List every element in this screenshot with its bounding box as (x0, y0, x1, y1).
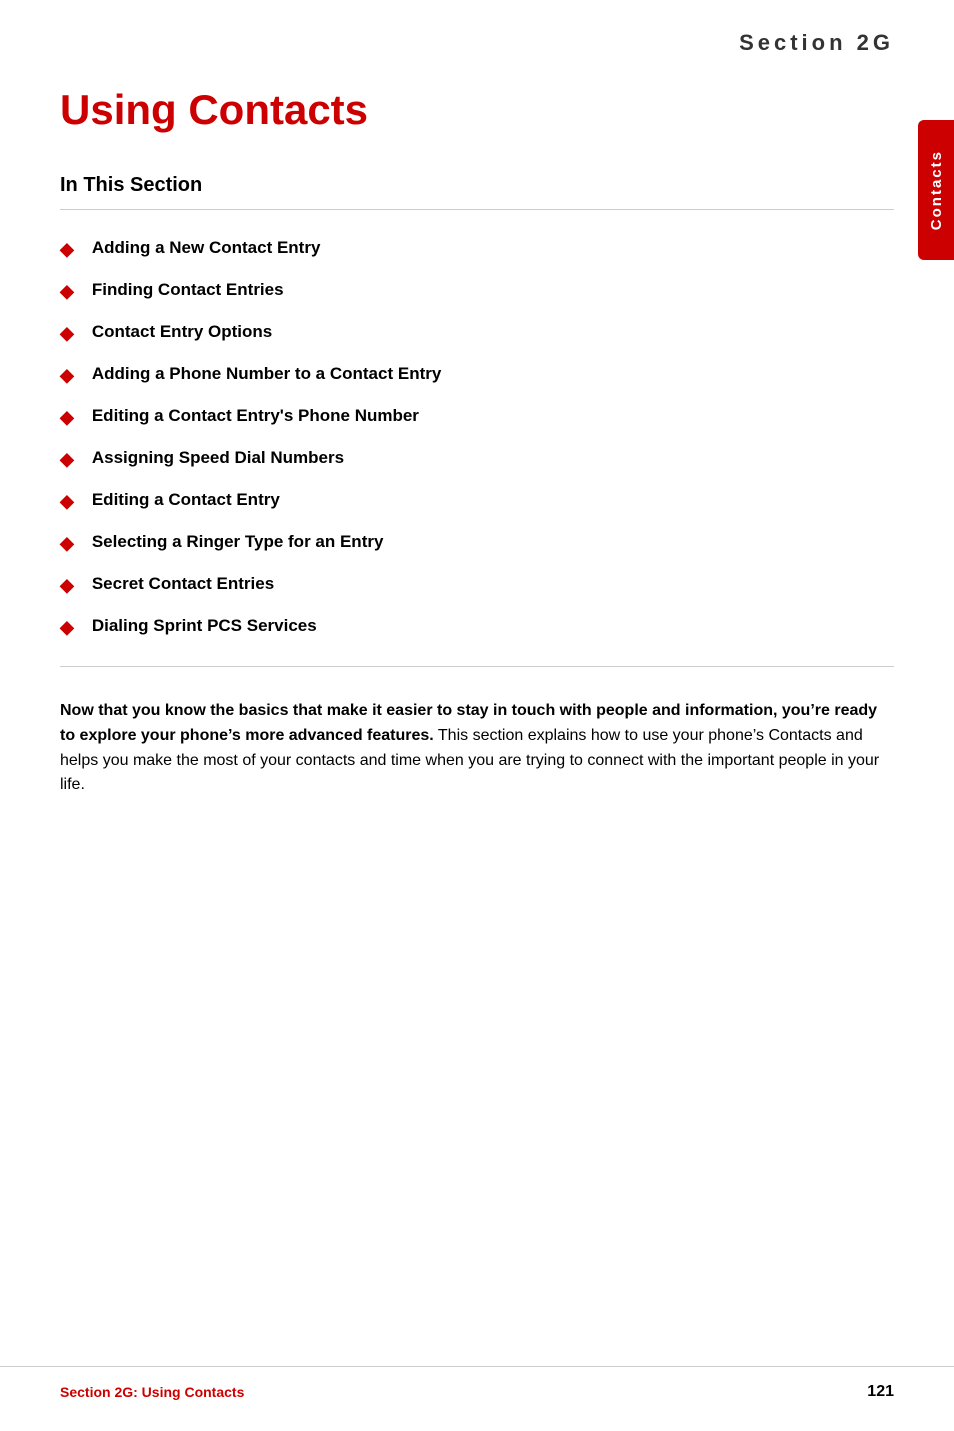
toc-list-item: ◆ Selecting a Ringer Type for an Entry (60, 532, 894, 554)
toc-list-item: ◆ Editing a Contact Entry's Phone Number (60, 406, 894, 428)
toc-item-label: Adding a New Contact Entry (92, 238, 321, 258)
bullet-icon: ◆ (60, 449, 74, 470)
bullet-icon: ◆ (60, 281, 74, 302)
toc-list-item: ◆ Contact Entry Options (60, 322, 894, 344)
bullet-icon: ◆ (60, 407, 74, 428)
toc-list-item: ◆ Secret Contact Entries (60, 574, 894, 596)
bullet-icon: ◆ (60, 533, 74, 554)
bullet-icon: ◆ (60, 239, 74, 260)
bullet-icon: ◆ (60, 365, 74, 386)
toc-list: ◆ Adding a New Contact Entry ◆ Finding Cont… (60, 238, 894, 638)
body-paragraph: Now that you know the basics that make i… (60, 699, 894, 798)
toc-item-label: Editing a Contact Entry's Phone Number (92, 406, 419, 426)
toc-item-label: Finding Contact Entries (92, 280, 284, 300)
toc-list-item: ◆ Adding a Phone Number to a Contact Entr… (60, 364, 894, 386)
toc-list-item: ◆ Editing a Contact Entry (60, 490, 894, 512)
side-tab: Contacts (918, 120, 954, 260)
toc-item-label: Dialing Sprint PCS Services (92, 616, 317, 636)
bullet-icon: ◆ (60, 617, 74, 638)
toc-item-label: Selecting a Ringer Type for an Entry (92, 532, 384, 552)
bullet-icon: ◆ (60, 575, 74, 596)
footer-page-number: 121 (867, 1383, 894, 1401)
toc-item-label: Adding a Phone Number to a Contact Entry (92, 364, 441, 384)
toc-item-label: Editing a Contact Entry (92, 490, 280, 510)
toc-list-item: ◆ Assigning Speed Dial Numbers (60, 448, 894, 470)
toc-item-label: Assigning Speed Dial Numbers (92, 448, 344, 468)
page-footer: Section 2G: Using Contacts 121 (0, 1366, 954, 1401)
side-tab-label: Contacts (928, 150, 945, 230)
toc-item-label: Secret Contact Entries (92, 574, 274, 594)
toc-list-item: ◆ Adding a New Contact Entry (60, 238, 894, 260)
footer-section-label: Section 2G: Using Contacts (60, 1384, 244, 1400)
bullet-icon: ◆ (60, 323, 74, 344)
top-divider (60, 209, 894, 210)
bottom-divider (60, 666, 894, 667)
in-this-section-heading: In This Section (60, 174, 894, 197)
section-header-text: Section 2G (739, 30, 894, 55)
main-content: Using Contacts In This Section ◆ Adding a… (0, 86, 954, 838)
toc-list-item: ◆ Dialing Sprint PCS Services (60, 616, 894, 638)
toc-item-label: Contact Entry Options (92, 322, 272, 342)
section-header: Section 2G (0, 0, 954, 76)
page-title: Using Contacts (60, 86, 894, 134)
bullet-icon: ◆ (60, 491, 74, 512)
toc-list-item: ◆ Finding Contact Entries (60, 280, 894, 302)
